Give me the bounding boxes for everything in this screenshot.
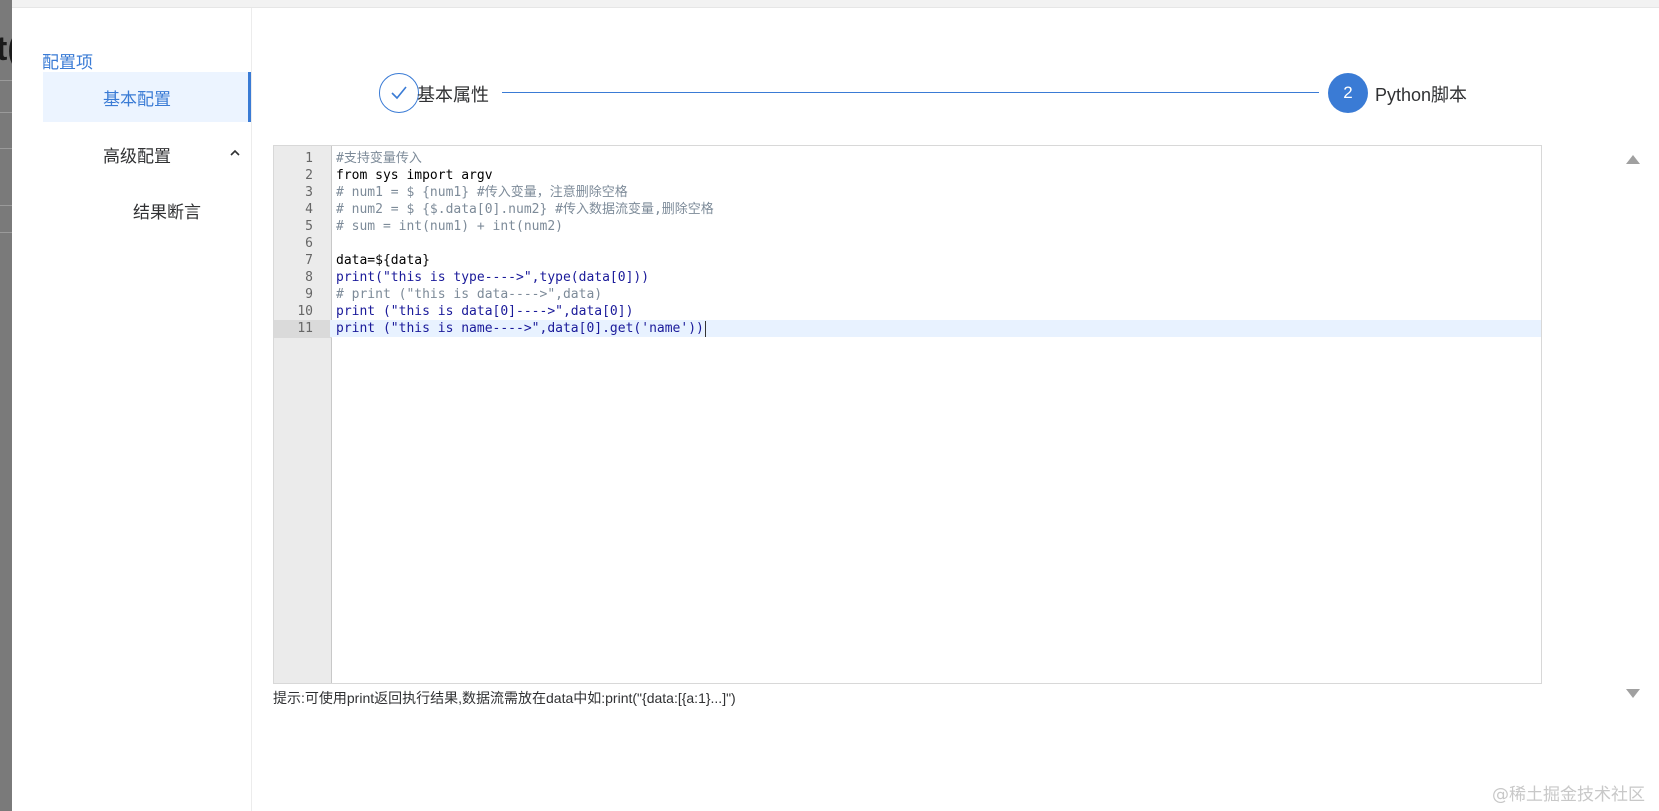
line-number: 7 (305, 253, 313, 268)
scroll-down-arrow-icon[interactable] (1626, 689, 1640, 698)
code-line: # num2 = $ {$.data[0].num2} #传入数据流变量,删除空… (336, 201, 1541, 218)
line-number: 1 (305, 151, 313, 166)
code-line: # num1 = $ {num1} #传入变量，注意删除空格 (336, 184, 1541, 201)
code-line: #支持变量传入 (336, 150, 1541, 167)
line-number: 10 (297, 304, 313, 319)
scroll-up-arrow-icon[interactable] (1626, 155, 1640, 164)
code-line-text: print ("this is name---->",data[0].get('… (336, 321, 704, 336)
code-line-text: # num1 = $ {num1} #传入变量，注意删除空格 (336, 185, 628, 200)
step-connector-line (502, 92, 1319, 93)
step-2-label: Python脚本 (1375, 85, 1468, 105)
code-line-text: # print ("this is data---->",data) (336, 287, 603, 302)
code-line-text: from sys import argv (336, 168, 493, 183)
sidebar: 配置项 基本配置 高级配置 结果断言 (12, 8, 252, 811)
code-line: # sum = int(num1) + int(num2) (336, 218, 1541, 235)
sidebar-item-label: 结果断言 (133, 202, 201, 223)
python-code-editor[interactable]: 1 2 3 4 5 6 7 8 9 10 11 #支持变量传入 from sys… (273, 145, 1542, 684)
editor-hint-text: 提示:可使用print返回执行结果,数据流需放在data中如:print("{d… (273, 690, 736, 706)
sidebar-item-label: 基本配置 (103, 89, 171, 110)
code-line: data=${data} (336, 252, 1541, 269)
code-line-text: # sum = int(num1) + int(num2) (336, 219, 563, 234)
code-line-text: print("this is type---->",type(data[0])) (336, 270, 650, 285)
line-number: 2 (305, 168, 313, 183)
sidebar-title: 配置项 (42, 53, 93, 73)
sidebar-item-advanced-config[interactable]: 高级配置 (43, 129, 251, 179)
text-cursor (704, 320, 706, 337)
line-number: 6 (305, 236, 313, 251)
page-backdrop: t( (0, 0, 19, 811)
backdrop-divider (0, 80, 12, 81)
step-1-label: 基本属性 (417, 85, 489, 106)
sidebar-item-label: 高级配置 (103, 146, 171, 167)
code-line: from sys import argv (336, 167, 1541, 184)
backdrop-divider (0, 205, 12, 206)
backdrop-divider (0, 148, 12, 149)
browser-top-strip (12, 0, 1659, 8)
code-line: print("this is type---->",type(data[0])) (336, 269, 1541, 286)
code-line: print ("this is data[0]---->",data[0]) (336, 303, 1541, 320)
code-line-text: # num2 = $ {$.data[0].num2} #传入数据流变量,删除空… (336, 202, 714, 217)
line-number: 3 (305, 185, 313, 200)
code-line-active: print ("this is name---->",data[0].get('… (330, 320, 1541, 337)
code-line-text: print ("this is data[0]---->",data[0]) (336, 304, 634, 319)
line-number: 4 (305, 202, 313, 217)
sidebar-item-basic-config[interactable]: 基本配置 (43, 72, 251, 122)
step-2-indicator: 2 (1328, 73, 1368, 113)
config-drawer: 配置项 基本配置 高级配置 结果断言 基本属性 2 Python脚本 1 2 3… (12, 8, 1659, 811)
code-line: # print ("this is data---->",data) (336, 286, 1541, 303)
chevron-up-icon (227, 145, 243, 161)
watermark: @稀土掘金技术社区 (1492, 785, 1645, 805)
step-1-done-indicator (379, 73, 419, 113)
line-number: 5 (305, 219, 313, 234)
line-number-gutter: 1 2 3 4 5 6 7 8 9 10 11 (274, 146, 332, 683)
backdrop-divider (0, 112, 12, 113)
sidebar-item-result-assertion[interactable]: 结果断言 (43, 185, 251, 235)
line-number: 9 (305, 287, 313, 302)
line-number: 11 (297, 321, 313, 336)
code-lines: #支持变量传入 from sys import argv # num1 = $ … (330, 150, 1541, 337)
code-line-text: data=${data} (336, 253, 430, 268)
code-line-text: #支持变量传入 (336, 151, 422, 166)
backdrop-divider (0, 232, 12, 233)
line-number: 8 (305, 270, 313, 285)
